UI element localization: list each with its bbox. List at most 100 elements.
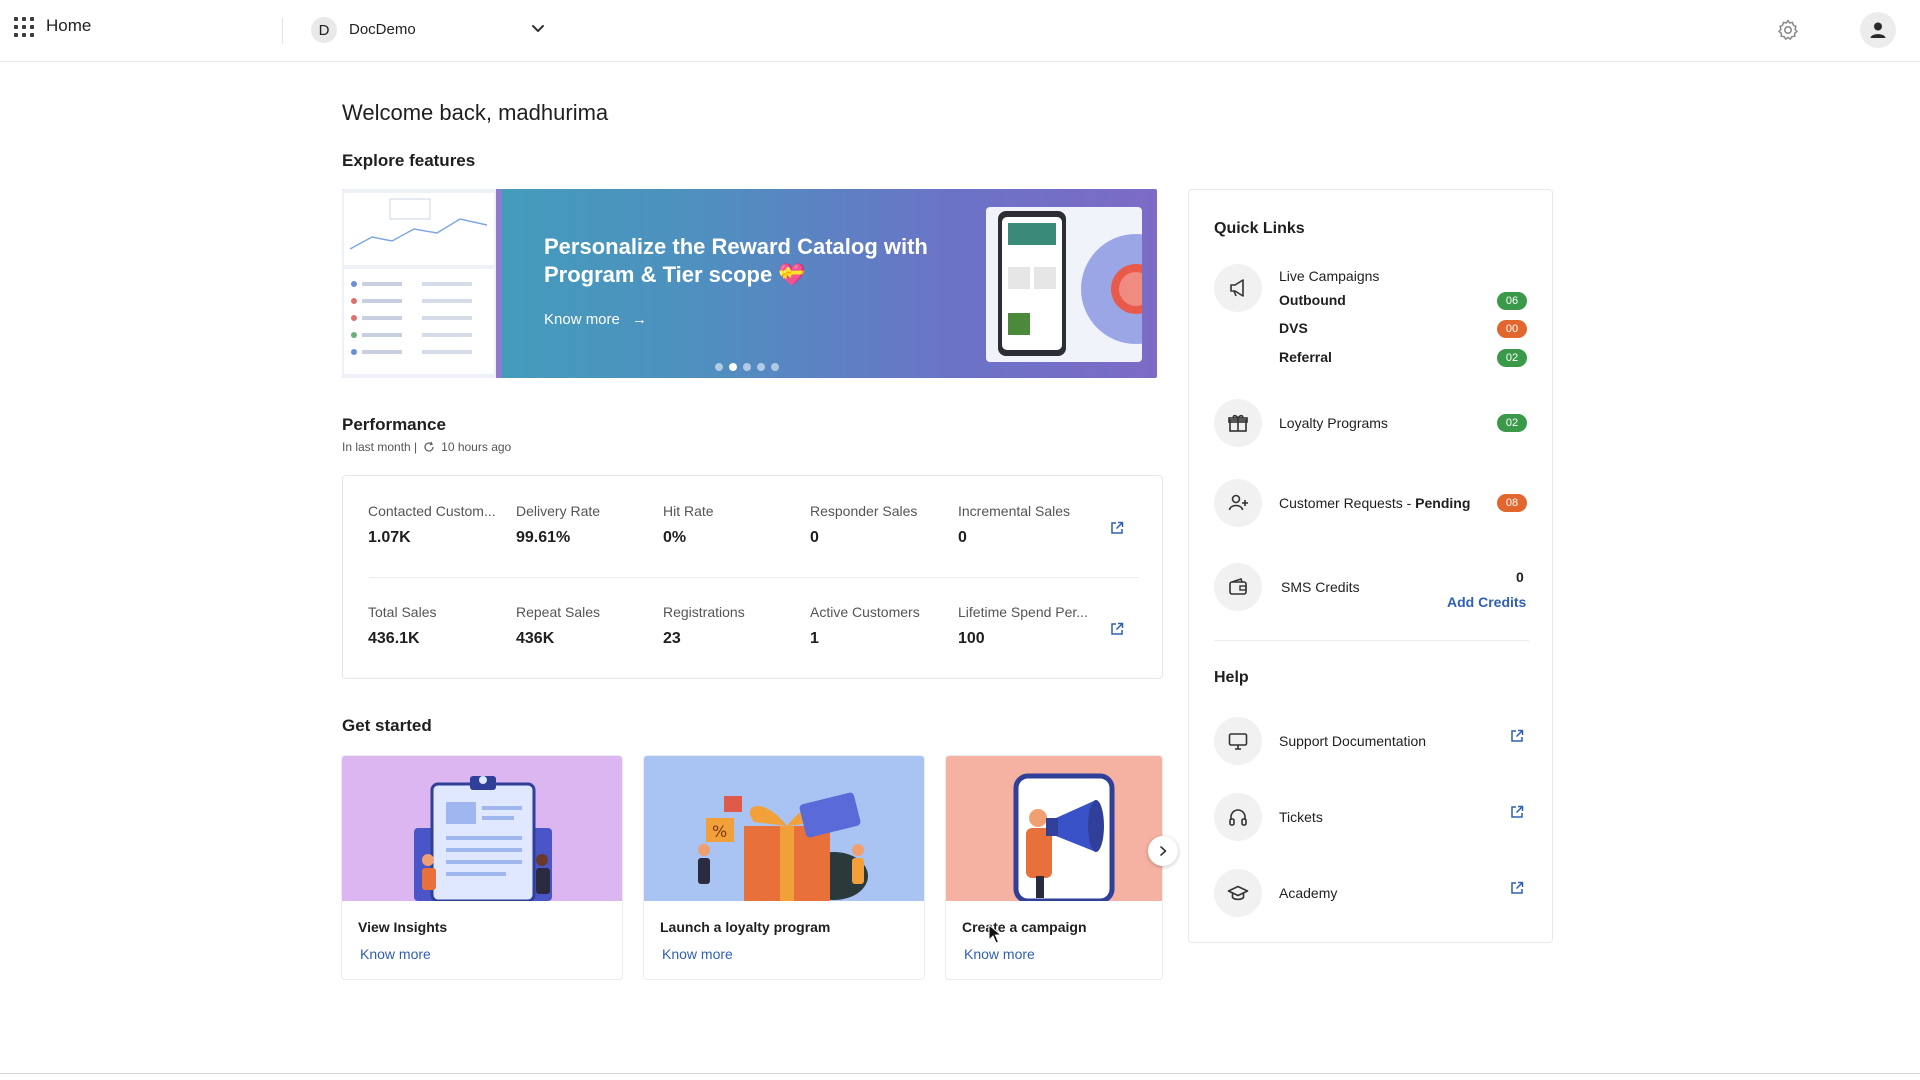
app-grid-icon[interactable] — [14, 17, 34, 37]
metric-lifetime-spend: Lifetime Spend Per... 100 — [958, 604, 1098, 648]
live-campaigns-label: Live Campaigns — [1279, 268, 1380, 284]
carousel-dot-active[interactable] — [729, 363, 737, 371]
external-link-icon[interactable] — [1510, 881, 1524, 895]
get-started-card-insights[interactable]: View Insights Know more — [341, 755, 623, 980]
carousel-dot[interactable] — [715, 363, 723, 371]
metric-value: 436K — [516, 630, 555, 647]
metric-incremental-sales: Incremental Sales 0 — [958, 503, 1098, 547]
loyalty-programs-count: 02 — [1497, 414, 1527, 432]
external-link-icon[interactable] — [1110, 622, 1124, 636]
add-credits-link[interactable]: Add Credits — [1447, 594, 1526, 610]
metric-value: 99.61% — [516, 529, 571, 546]
metric-registrations: Registrations 23 — [663, 604, 803, 648]
carousel-dot[interactable] — [743, 363, 751, 371]
refresh-icon[interactable] — [423, 441, 435, 453]
page-title: Home — [46, 16, 92, 35]
feature-banner[interactable]: Personalize the Reward Catalog with Prog… — [342, 189, 1157, 378]
support-documentation-link[interactable]: Support Documentation — [1279, 733, 1426, 749]
performance-period: In last month | — [342, 440, 418, 454]
metric-value: 0 — [958, 529, 967, 546]
wallet-icon — [1229, 577, 1247, 595]
metric-value: 0% — [663, 529, 687, 546]
metric-value: 0 — [810, 529, 819, 546]
mouse-cursor-icon — [988, 924, 1002, 944]
graduation-cap-icon — [1227, 885, 1249, 901]
sms-credits-value: 0 — [1516, 569, 1524, 585]
banner-know-more-link[interactable]: Know more → — [544, 311, 647, 328]
quick-links-divider — [1214, 640, 1529, 641]
campaign-dvs-label[interactable]: DVS — [1279, 320, 1308, 336]
card-know-more-link[interactable]: Know more — [964, 946, 1035, 962]
metric-hit-rate: Hit Rate 0% — [663, 503, 803, 547]
banner-phone-illustration — [986, 207, 1157, 362]
org-avatar[interactable]: D — [311, 17, 337, 43]
get-started-card-loyalty[interactable]: % Launch a loyalty program Know more — [643, 755, 925, 980]
gift-icon — [1228, 414, 1248, 432]
external-link-icon[interactable] — [1510, 805, 1524, 819]
card-title: View Insights — [358, 919, 448, 935]
campaign-illustration — [946, 756, 1162, 901]
metric-label: Hit Rate — [663, 503, 714, 519]
chevron-right-icon — [1160, 846, 1167, 856]
metric-label: Incremental Sales — [958, 503, 1071, 519]
metric-responder-sales: Responder Sales 0 — [810, 503, 950, 547]
headset-icon — [1229, 809, 1247, 826]
external-link-icon[interactable] — [1510, 729, 1524, 743]
carousel-dots[interactable] — [715, 363, 779, 371]
loyalty-programs-link[interactable]: Loyalty Programs — [1279, 415, 1388, 431]
performance-divider — [369, 577, 1139, 578]
carousel-dot[interactable] — [757, 363, 765, 371]
bottom-border — [0, 1073, 1920, 1074]
academy-link[interactable]: Academy — [1279, 885, 1337, 901]
metric-contacted-customers: Contacted Custom... 1.07K — [368, 503, 508, 547]
metric-label: Responder Sales — [810, 503, 918, 519]
add-user-icon-wrap — [1214, 479, 1262, 527]
insights-illustration — [342, 756, 622, 901]
banner-know-more-label: Know more — [544, 311, 620, 328]
user-avatar[interactable] — [1860, 12, 1896, 48]
sms-credits-label: SMS Credits — [1281, 579, 1360, 595]
metric-value: 1.07K — [368, 529, 411, 546]
arrow-right-icon: → — [632, 311, 648, 328]
campaign-referral-label[interactable]: Referral — [1279, 349, 1332, 365]
card-know-more-link[interactable]: Know more — [662, 946, 733, 962]
campaign-outbound-label[interactable]: Outbound — [1279, 292, 1346, 308]
org-selector-label[interactable]: DocDemo — [349, 21, 416, 38]
performance-card: Contacted Custom... 1.07K Delivery Rate … — [342, 475, 1163, 679]
metric-active-customers: Active Customers 1 — [810, 604, 950, 648]
customer-requests-count: 08 — [1497, 494, 1527, 512]
graduation-cap-icon-wrap — [1214, 869, 1262, 917]
chevron-down-icon[interactable] — [530, 20, 546, 36]
monitor-icon-wrap — [1214, 717, 1262, 765]
explore-features-heading: Explore features — [342, 151, 476, 170]
loyalty-illustration: % — [644, 756, 924, 901]
metric-label: Total Sales — [368, 604, 437, 620]
metric-value: 100 — [958, 630, 985, 647]
external-link-icon[interactable] — [1110, 521, 1124, 535]
metric-value: 436.1K — [368, 630, 420, 647]
help-heading: Help — [1214, 669, 1249, 686]
carousel-next-button[interactable] — [1148, 836, 1178, 866]
card-title: Launch a loyalty program — [660, 919, 831, 935]
metric-label: Contacted Custom... — [368, 503, 496, 519]
customer-requests-link[interactable]: Customer Requests - Pending — [1279, 495, 1470, 511]
gear-icon[interactable] — [1776, 18, 1800, 42]
carousel-dot[interactable] — [771, 363, 779, 371]
get-started-heading: Get started — [342, 716, 432, 735]
top-bar: Home D DocDemo — [0, 0, 1920, 62]
tickets-link[interactable]: Tickets — [1279, 809, 1323, 825]
user-icon — [1870, 22, 1886, 38]
metric-total-sales: Total Sales 436.1K — [368, 604, 508, 648]
performance-subtitle: In last month | 10 hours ago — [342, 440, 511, 454]
metric-value: 1 — [810, 630, 819, 647]
banner-title: Personalize the Reward Catalog with Prog… — [544, 234, 928, 287]
metric-label: Repeat Sales — [516, 604, 601, 620]
quick-links-panel: Quick Links Live Campaigns Outbound 06 D… — [1188, 189, 1553, 943]
campaign-referral-count: 02 — [1497, 349, 1527, 367]
get-started-card-campaign[interactable]: Create a campaign Know more — [945, 755, 1163, 980]
metric-delivery-rate: Delivery Rate 99.61% — [516, 503, 656, 547]
megaphone-icon-wrap — [1214, 264, 1262, 312]
card-know-more-link[interactable]: Know more — [360, 946, 431, 962]
header-divider — [282, 18, 283, 44]
performance-updated-time: 10 hours ago — [441, 440, 512, 454]
